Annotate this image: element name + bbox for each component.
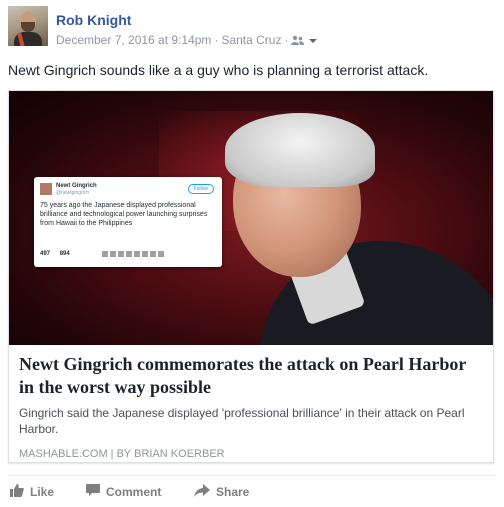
share-button[interactable]: Share (194, 484, 249, 500)
embedded-tweet: Newt Gingrich @newtgingrich Follow 75 ye… (34, 177, 222, 267)
friends-icon[interactable] (291, 34, 305, 48)
post-header: Rob Knight December 7, 2016 at 9:14pm · Sa… (8, 6, 496, 52)
like-icon (10, 484, 30, 500)
tweet-body: 75 years ago the Japanese displayed prof… (40, 202, 208, 227)
liker-avatar (126, 251, 132, 257)
link-description: Gingrich said the Japanese displayed 'pr… (19, 406, 465, 436)
avatar-beard (21, 22, 35, 32)
link-preview-body[interactable]: Newt Gingrich commemorates the attack on… (19, 353, 485, 460)
tweet-stats: 497 894 (40, 251, 78, 257)
link-title[interactable]: Newt Gingrich commemorates the attack on… (19, 353, 485, 399)
tweet-likes: 894 (59, 251, 70, 257)
chevron-down-icon[interactable] (308, 34, 318, 48)
share-label: Share (216, 485, 250, 499)
separator: · (284, 33, 289, 47)
post-date[interactable]: December 7, 2016 at 9:14pm (56, 33, 211, 47)
post-text: Newt Gingrich sounds like a a guy who is… (8, 62, 429, 78)
post-location[interactable]: Santa Cruz (221, 33, 281, 47)
share-icon (194, 484, 216, 500)
person-hair (225, 113, 375, 187)
tweet-name: Newt Gingrich (56, 183, 97, 189)
like-button[interactable]: Like (10, 484, 54, 500)
author-name[interactable]: Rob Knight (56, 12, 131, 28)
tweet-follow-button: Follow (187, 184, 214, 194)
post-meta: December 7, 2016 at 9:14pm · Santa Cruz · (56, 33, 318, 48)
link-preview-image[interactable]: Newt Gingrich @newtgingrich Follow 75 ye… (9, 91, 493, 345)
liker-avatar (134, 251, 140, 257)
tweet-liker-avatars (102, 251, 166, 259)
liker-avatar (158, 251, 164, 257)
link-preview-card[interactable]: Newt Gingrich @newtgingrich Follow 75 ye… (8, 90, 494, 463)
liker-avatar (118, 251, 124, 257)
tweet-handle: @newtgingrich (56, 190, 90, 196)
separator: · (214, 33, 219, 47)
comment-label: Comment (106, 485, 162, 499)
avatar[interactable] (8, 6, 48, 46)
tweet-avatar (40, 183, 52, 195)
link-source: MASHABLE.COM | BY BRIAN KOERBER (19, 448, 225, 460)
comment-icon (86, 484, 106, 500)
liker-avatar (150, 251, 156, 257)
post-actions-bar: Like Comment Share (8, 475, 496, 506)
like-label: Like (30, 485, 55, 499)
liker-avatar (110, 251, 116, 257)
liker-avatar (102, 251, 108, 257)
liker-avatar (142, 251, 148, 257)
comment-button[interactable]: Comment (86, 484, 161, 500)
tweet-retweets: 497 (40, 251, 51, 257)
